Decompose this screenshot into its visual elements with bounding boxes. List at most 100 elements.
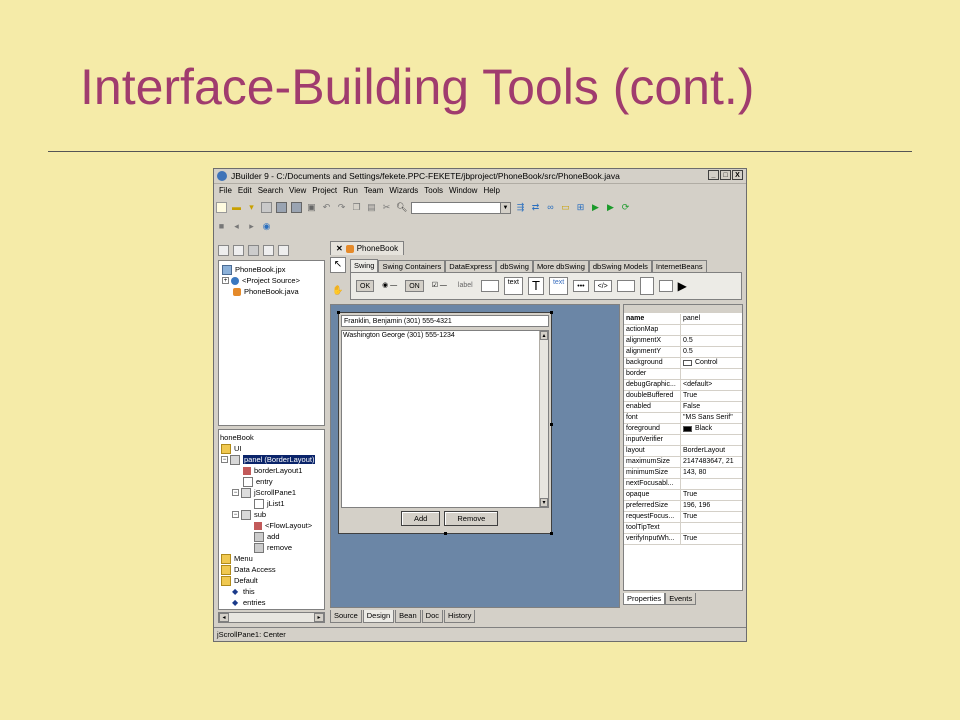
add-button[interactable]: Add bbox=[401, 511, 441, 526]
tab-more-dbswing[interactable]: More dbSwing bbox=[532, 260, 589, 272]
resize-handle[interactable] bbox=[550, 423, 553, 426]
property-row[interactable]: name panel bbox=[624, 314, 742, 325]
tree-item-project[interactable]: PhoneBook.jpx bbox=[222, 264, 285, 275]
property-row[interactable]: enabled False bbox=[624, 402, 742, 413]
tree-item-default[interactable]: Default bbox=[221, 575, 258, 586]
resize-handle[interactable] bbox=[550, 311, 553, 314]
tab-events[interactable]: Events bbox=[665, 593, 697, 605]
tab-source[interactable]: Source bbox=[330, 610, 362, 623]
chevron-down-icon[interactable]: ▼ bbox=[500, 202, 510, 213]
globe-icon[interactable]: ◉ bbox=[261, 221, 272, 232]
property-row[interactable]: toolTipText bbox=[624, 523, 742, 534]
tree-item-project-source[interactable]: + <Project Source> bbox=[222, 275, 300, 286]
close-tab-icon[interactable]: ✕ bbox=[336, 244, 343, 253]
menu-edit[interactable]: Edit bbox=[238, 186, 252, 195]
find-next-icon[interactable]: ⇶ bbox=[515, 202, 526, 213]
expand-icon[interactable]: + bbox=[222, 277, 229, 284]
property-row[interactable]: debugGraphic... <default> bbox=[624, 380, 742, 391]
paste-icon[interactable]: ▤ bbox=[366, 202, 377, 213]
property-value-cell[interactable]: 2147483647, 21 bbox=[681, 457, 734, 467]
tab-dataexpress[interactable]: DataExpress bbox=[445, 260, 497, 272]
optimize-icon[interactable]: ⟳ bbox=[620, 202, 631, 213]
scroll-right-icon[interactable]: ▸ bbox=[314, 613, 324, 622]
tab-bean[interactable]: Bean bbox=[395, 610, 421, 623]
selection-arrow-icon[interactable]: ↖ bbox=[330, 257, 346, 273]
window-titlebar[interactable]: JBuilder 9 - C:/Documents and Settings/f… bbox=[214, 169, 746, 184]
property-row[interactable]: actionMap bbox=[624, 325, 742, 336]
save-icon[interactable] bbox=[276, 202, 287, 213]
property-row[interactable]: border bbox=[624, 369, 742, 380]
tree-item-entries[interactable]: ◆ entries bbox=[232, 597, 266, 608]
palette-jtextpane[interactable]: T bbox=[528, 277, 544, 295]
palette-jcombobox[interactable] bbox=[616, 280, 635, 292]
entry-textfield[interactable]: Franklin, Benjamin (301) 555-4321 bbox=[341, 315, 549, 327]
property-row[interactable]: verifyInputWh... True bbox=[624, 534, 742, 545]
property-value-cell[interactable]: <default> bbox=[681, 380, 712, 390]
resize-handle[interactable] bbox=[337, 311, 340, 314]
property-value-cell[interactable]: True bbox=[681, 490, 697, 500]
tree-item-entry[interactable]: entry bbox=[243, 476, 273, 487]
property-row[interactable]: foreground Black bbox=[624, 424, 742, 435]
cut-icon[interactable]: ✂ bbox=[381, 202, 392, 213]
property-value-cell[interactable]: True bbox=[681, 512, 697, 522]
property-value-cell[interactable] bbox=[681, 435, 683, 445]
property-row[interactable]: requestFocus... True bbox=[624, 512, 742, 523]
property-value-cell[interactable]: 0.5 bbox=[681, 336, 693, 346]
browse-symbol-icon[interactable]: ▭ bbox=[560, 202, 571, 213]
tab-phonebook[interactable]: ✕ PhoneBook bbox=[330, 241, 405, 255]
scroll-up-icon[interactable]: ▴ bbox=[540, 331, 548, 340]
debug-icon[interactable]: ▶ bbox=[605, 202, 616, 213]
property-row[interactable]: opaque True bbox=[624, 490, 742, 501]
save-all-icon[interactable] bbox=[291, 202, 302, 213]
reopen-icon[interactable]: ▾ bbox=[246, 202, 257, 213]
property-value-cell[interactable] bbox=[681, 369, 683, 379]
palette-jpasswordfield[interactable]: ••• bbox=[573, 280, 589, 292]
property-value-cell[interactable] bbox=[681, 523, 683, 533]
collapse-icon[interactable]: − bbox=[221, 456, 228, 463]
property-value-cell[interactable]: 0.5 bbox=[681, 347, 693, 357]
palette-jformattedfield[interactable]: </> bbox=[593, 280, 612, 292]
palette-jtogglebutton[interactable]: ON bbox=[405, 280, 424, 292]
property-row[interactable]: alignmentX 0.5 bbox=[624, 336, 742, 347]
menu-project[interactable]: Project bbox=[312, 186, 337, 195]
new-file-icon[interactable] bbox=[216, 202, 227, 213]
tab-internetbeans[interactable]: InternetBeans bbox=[651, 260, 707, 272]
close-project-icon[interactable] bbox=[248, 244, 259, 256]
property-row[interactable]: doubleBuffered True bbox=[624, 391, 742, 402]
menu-search[interactable]: Search bbox=[258, 186, 283, 195]
tab-dbswing-models[interactable]: dbSwing Models bbox=[588, 260, 652, 272]
tab-swing[interactable]: Swing bbox=[350, 259, 379, 272]
property-value-cell[interactable]: Control bbox=[681, 358, 718, 368]
tree-item-ui[interactable]: UI bbox=[221, 443, 242, 454]
property-row[interactable]: background Control bbox=[624, 358, 742, 369]
menu-tools[interactable]: Tools bbox=[424, 186, 443, 195]
copy-icon[interactable]: ❐ bbox=[351, 202, 362, 213]
close-file-icon[interactable] bbox=[261, 202, 272, 213]
list-item[interactable]: Washington George (301) 555-1234 bbox=[343, 332, 455, 339]
menu-run[interactable]: Run bbox=[343, 186, 358, 195]
property-row[interactable]: maximumSize 2147483647, 21 bbox=[624, 457, 742, 468]
property-value-cell[interactable]: 143, 80 bbox=[681, 468, 706, 478]
palette-jtextfield[interactable] bbox=[480, 280, 499, 292]
add-file-icon[interactable] bbox=[218, 244, 229, 256]
palette-jeditorpane[interactable]: text bbox=[548, 277, 569, 295]
project-menu-icon[interactable] bbox=[278, 244, 289, 256]
property-row[interactable]: alignmentY 0.5 bbox=[624, 347, 742, 358]
replace-icon[interactable]: ⇄ bbox=[530, 202, 541, 213]
property-row[interactable]: nextFocusabl... bbox=[624, 479, 742, 490]
undo-icon[interactable]: ↶ bbox=[321, 202, 332, 213]
menu-help[interactable]: Help bbox=[483, 186, 499, 195]
tree-item-borderlayout[interactable]: borderLayout1 bbox=[243, 465, 302, 476]
search-combo[interactable]: ▼ bbox=[411, 201, 511, 214]
property-value-cell[interactable]: BorderLayout bbox=[681, 446, 725, 456]
tree-item-data-access[interactable]: Data Access bbox=[221, 564, 276, 575]
tree-item-jlist[interactable]: jList1 bbox=[254, 498, 285, 509]
property-value-cell[interactable]: True bbox=[681, 391, 697, 401]
property-row[interactable]: font "MS Sans Serif" bbox=[624, 413, 742, 424]
property-value-cell[interactable] bbox=[681, 479, 683, 489]
menu-team[interactable]: Team bbox=[364, 186, 384, 195]
property-value-cell[interactable]: Black bbox=[681, 424, 712, 434]
refresh-icon[interactable] bbox=[263, 244, 274, 256]
maximize-button[interactable]: □ bbox=[720, 170, 731, 180]
run-icon[interactable]: ▶ bbox=[590, 202, 601, 213]
